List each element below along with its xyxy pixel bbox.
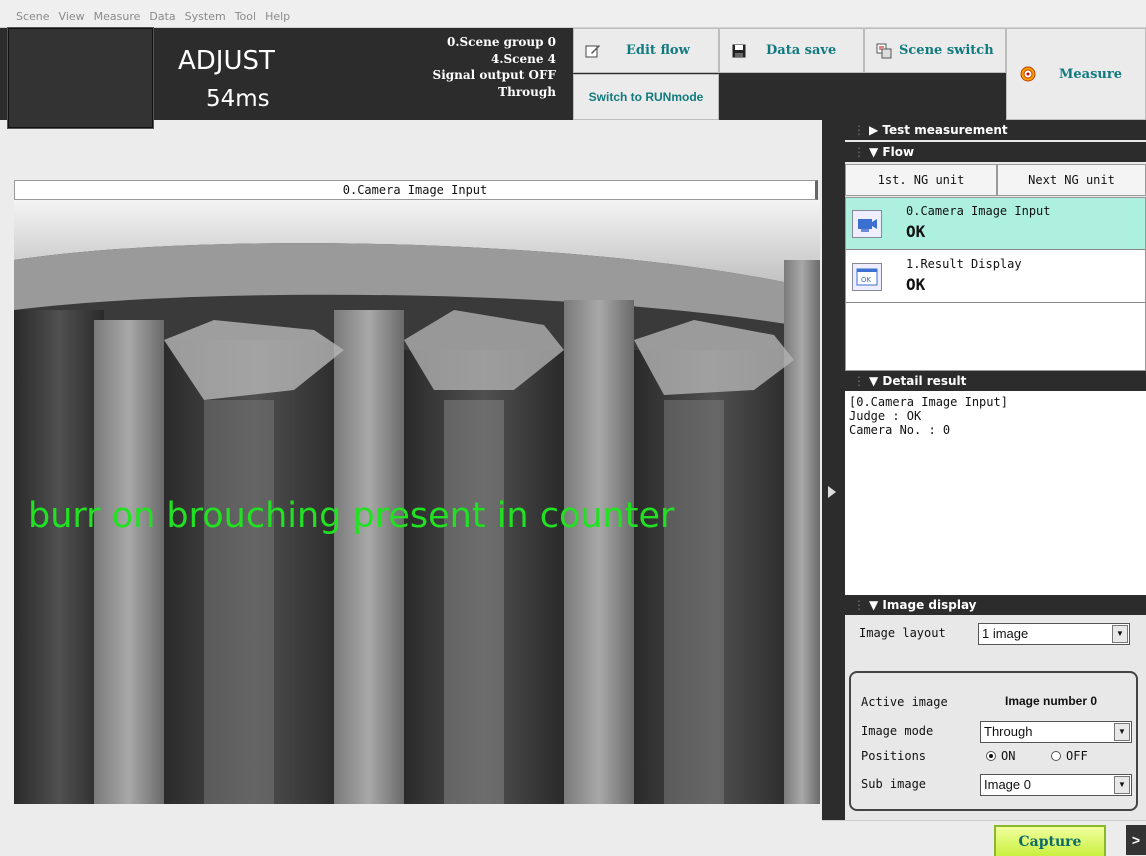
image-display-header[interactable]: ⋮ ▼ Image display — [845, 595, 1146, 615]
more-button[interactable]: > — [1126, 825, 1146, 855]
flow-item-result-display[interactable]: OK 1.Result Display OK — [846, 251, 1145, 303]
scene-group-label: 0.Scene group 0 — [446, 35, 556, 49]
grip-icon: ⋮ — [853, 374, 865, 388]
scene-switch-icon — [875, 42, 893, 60]
image-display-section: Image layout 1 image ▼ Active image Imag… — [845, 615, 1146, 820]
collapsed-arrow-icon: ▶ — [869, 123, 879, 137]
active-image-label: Active image — [861, 695, 948, 709]
detail-line: Camera No. : 0 — [849, 423, 951, 437]
flow-item-result: OK — [906, 222, 926, 241]
measure-label: Measure — [1059, 66, 1122, 82]
image-mode-value: Through — [984, 724, 1033, 739]
dropdown-arrow-icon: ▼ — [1112, 625, 1128, 643]
edit-flow-button[interactable]: Edit flow — [573, 28, 719, 73]
image-layout-value: 1 image — [982, 626, 1029, 641]
flow-header[interactable]: ⋮ ▼ Flow — [845, 142, 1146, 162]
menu-system[interactable]: System — [185, 10, 226, 23]
image-viewer-title: 0.Camera Image Input — [14, 180, 818, 200]
detail-line: [0.Camera Image Input] — [849, 395, 1008, 409]
menu-bar: Scene View Measure Data System Tool Help — [0, 0, 1146, 28]
measure-button[interactable]: Measure — [1006, 28, 1146, 120]
image-settings-group: Active image Image number 0 Image mode T… — [849, 671, 1138, 811]
switch-to-run-mode-button[interactable]: Switch to RUNmode — [573, 74, 719, 120]
switch-run-label: Switch to RUNmode — [588, 90, 704, 104]
camera-icon — [852, 210, 882, 238]
sub-image-select[interactable]: Image 0 ▼ — [980, 774, 1132, 796]
defect-annotation: burr on brouching present in counter — [28, 496, 675, 536]
detail-line: Judge : OK — [849, 409, 922, 423]
flow-label: Flow — [882, 145, 915, 159]
status-header: ADJUST 54ms 0.Scene group 0 4.Scene 4 Si… — [0, 28, 1146, 128]
mode-label: ADJUST — [178, 46, 275, 76]
grip-icon: ⋮ — [853, 123, 865, 137]
positions-on-radio[interactable]: ON — [986, 749, 1015, 763]
sub-image-value: Image 0 — [984, 777, 1031, 792]
menu-view[interactable]: View — [59, 10, 85, 23]
positions-label: Positions — [861, 749, 927, 763]
menu-tool[interactable]: Tool — [235, 10, 256, 23]
capture-button[interactable]: Capture — [994, 825, 1106, 856]
flow-item-name: 1.Result Display — [906, 257, 1022, 271]
scene-switch-button[interactable]: Scene switch — [864, 28, 1006, 73]
expanded-arrow-icon: ▼ — [869, 145, 879, 159]
active-image-value: Image number 0 — [1005, 694, 1098, 708]
flow-item-result: OK — [906, 275, 926, 294]
expanded-arrow-icon: ▼ — [869, 374, 879, 388]
scene-info: 0.Scene group 0 4.Scene 4 Signal output … — [356, 34, 556, 100]
flow-item-camera-input[interactable]: 0.Camera Image Input OK — [846, 198, 1145, 250]
radio-selected-icon — [986, 751, 996, 761]
grip-icon: ⋮ — [853, 145, 865, 159]
sub-image-label: Sub image — [861, 777, 927, 791]
flow-item-name: 0.Camera Image Input — [906, 204, 1051, 218]
radio-unselected-icon — [1051, 751, 1061, 761]
menu-data[interactable]: Data — [149, 10, 175, 23]
right-panel: ⋮ ▶ Test measurement ⋮ ▼ Flow 1st. NG unit… — [845, 120, 1146, 820]
data-save-button[interactable]: Data save — [719, 28, 864, 73]
dropdown-arrow-icon: ▼ — [1114, 776, 1130, 794]
measure-target-icon — [1019, 65, 1037, 83]
svg-text:OK: OK — [861, 276, 872, 284]
expanded-arrow-icon: ▼ — [869, 598, 879, 612]
signal-output-label: Signal output OFF — [432, 68, 556, 82]
panel-splitter[interactable] — [822, 120, 845, 820]
data-save-label: Data save — [766, 43, 837, 58]
menu-measure[interactable]: Measure — [94, 10, 141, 23]
scene-switch-label: Scene switch — [899, 43, 994, 58]
test-measurement-label: Test measurement — [882, 123, 1008, 137]
detail-result-box: [0.Camera Image Input] Judge : OK Camera… — [845, 391, 1146, 595]
test-measurement-header[interactable]: ⋮ ▶ Test measurement — [845, 120, 1146, 140]
detail-result-label: Detail result — [882, 374, 967, 388]
processing-time: 54ms — [206, 86, 270, 112]
detail-result-header[interactable]: ⋮ ▼ Detail result — [845, 371, 1146, 391]
image-mode-label: Through — [498, 84, 556, 99]
expand-arrow-icon[interactable] — [828, 486, 836, 498]
ok-display-icon: OK — [852, 263, 882, 291]
edit-icon — [584, 42, 602, 60]
scene-label: 4.Scene 4 — [490, 51, 556, 66]
image-mode-select[interactable]: Through ▼ — [980, 721, 1132, 743]
image-layout-select[interactable]: 1 image ▼ — [978, 623, 1130, 645]
bottom-bar: Capture > — [822, 820, 1146, 856]
positions-off-radio[interactable]: OFF — [1051, 749, 1088, 763]
flow-list: 0.Camera Image Input OK OK 1.Result Disp… — [845, 197, 1146, 371]
grip-icon: ⋮ — [853, 598, 865, 612]
positions-off-label: OFF — [1066, 749, 1088, 763]
first-ng-unit-button[interactable]: 1st. NG unit — [845, 164, 997, 196]
menu-scene[interactable]: Scene — [16, 10, 50, 23]
menu-help[interactable]: Help — [265, 10, 290, 23]
logo-box — [8, 28, 153, 128]
floppy-disk-icon — [730, 42, 748, 60]
dropdown-arrow-icon: ▼ — [1114, 723, 1130, 741]
image-display-label: Image display — [882, 598, 977, 612]
image-layout-label: Image layout — [859, 626, 946, 640]
positions-on-label: ON — [1001, 749, 1016, 763]
next-ng-unit-button[interactable]: Next NG unit — [997, 164, 1146, 196]
image-mode-field-label: Image mode — [861, 724, 934, 738]
edit-flow-label: Edit flow — [626, 43, 690, 58]
